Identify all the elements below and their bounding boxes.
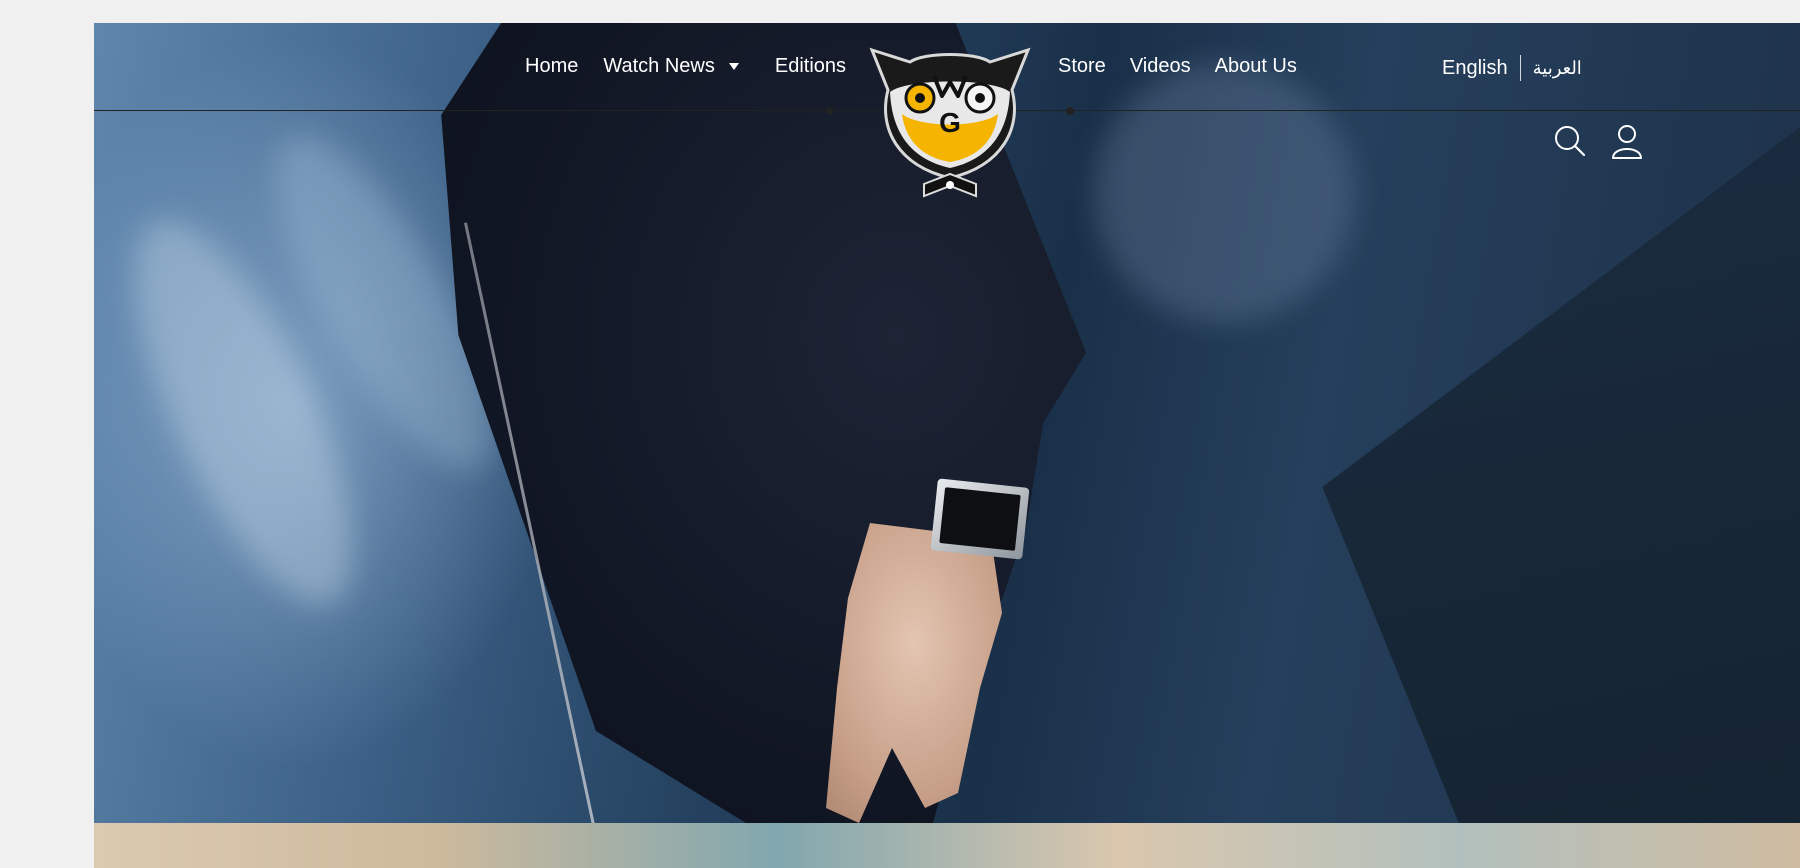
search-button[interactable] (1553, 122, 1587, 160)
nav-watch-news[interactable]: Watch News (603, 55, 739, 78)
hero-streak (1094, 63, 1354, 323)
hero-wristwatch (930, 478, 1030, 560)
main-nav-left: Home Watch News Editions (525, 55, 846, 78)
lang-separator (1519, 55, 1521, 81)
nav-watch-news-label: Watch News (603, 55, 715, 77)
caret-down-icon (728, 63, 739, 70)
nav-divider-dot (826, 107, 834, 115)
lang-english[interactable]: English (1442, 57, 1508, 80)
site-logo[interactable]: G (862, 32, 1038, 198)
nav-home[interactable]: Home (525, 55, 578, 78)
search-icon (1555, 126, 1586, 157)
main-nav-right: Store Videos About Us (1058, 55, 1297, 78)
user-icon (1612, 125, 1642, 159)
nav-videos[interactable]: Videos (1130, 55, 1191, 78)
next-section-preview (94, 823, 1800, 868)
language-switcher: English العربية (1442, 55, 1582, 81)
nav-editions[interactable]: Editions (775, 55, 846, 78)
owl-logo-icon: G (869, 47, 1031, 198)
nav-store[interactable]: Store (1058, 55, 1106, 78)
logo-letter-g: G (939, 107, 961, 138)
account-button[interactable] (1610, 122, 1644, 160)
nav-divider-dot (1066, 107, 1074, 115)
lang-arabic[interactable]: العربية (1533, 58, 1582, 79)
watch-face (939, 487, 1021, 551)
nav-about-us[interactable]: About Us (1215, 55, 1297, 78)
